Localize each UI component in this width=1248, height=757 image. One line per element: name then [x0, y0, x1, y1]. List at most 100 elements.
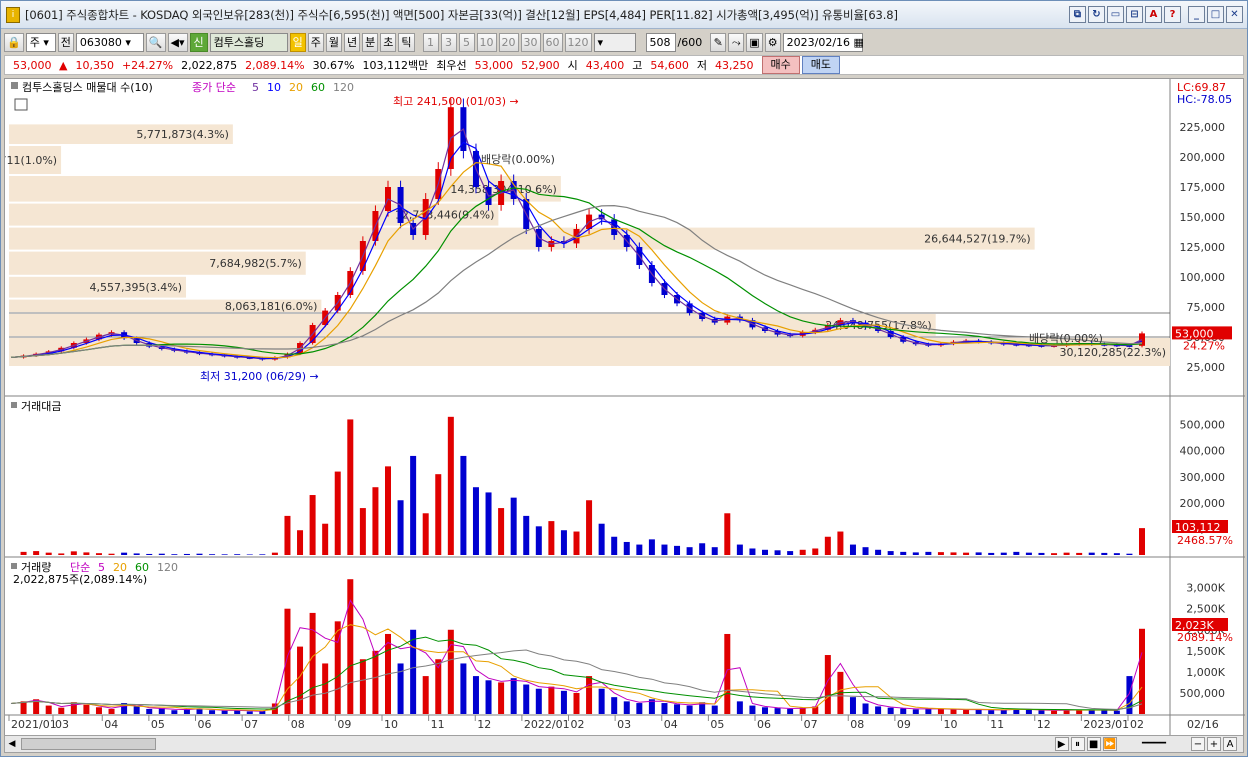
maximize-icon[interactable]: □ [1207, 6, 1224, 23]
amount-bar [912, 552, 919, 555]
amount-bar [397, 500, 404, 555]
fast-forward-icon[interactable]: ⏩ [1102, 737, 1117, 751]
amount-bar [1126, 553, 1133, 555]
chart-area[interactable]: 5,771,873(4.3%)1,347,711(1.0%)14,358,304… [0, 78, 1245, 737]
price-value: 53,000 [13, 58, 52, 72]
high-annotation: 최고 241,500 (01/03) → [393, 95, 519, 108]
amount-bar [498, 508, 505, 555]
x-tick-label: 03 [617, 718, 631, 731]
zoom-in-icon[interactable]: + [1207, 737, 1221, 751]
amount-bar [975, 552, 982, 555]
interval-20[interactable]: 20 [498, 32, 519, 52]
sell-button[interactable]: 매도 [801, 56, 840, 74]
amount-bar [824, 536, 831, 555]
ma-legend-period: 120 [333, 81, 354, 94]
volume-bar [774, 708, 781, 714]
zoom-out-icon[interactable]: − [1191, 737, 1205, 751]
slider-icon[interactable]: ━━━━ [1119, 737, 1189, 751]
type-select[interactable]: 주 ▾ [25, 32, 56, 52]
settings-icon[interactable]: ⚙ [764, 32, 781, 52]
toolbar: 🔒 주 ▾ 전 063080 ▾ 🔍 ◀▾ 신 컴투스홀딩 일 주 월 년 분 … [4, 31, 1244, 53]
amount-bar [523, 515, 530, 555]
period-second[interactable]: 초 [380, 32, 397, 52]
close-icon[interactable]: ✕ [1226, 6, 1243, 23]
amount-bar [1076, 552, 1083, 555]
period-day[interactable]: 일 [289, 32, 306, 52]
volume-bar [573, 692, 580, 714]
amount-bar [586, 500, 593, 555]
x-tick-label: 2023/01 [1083, 718, 1129, 731]
volume-profile-bar [9, 314, 936, 336]
last-change-badge: 24.27% [1183, 339, 1225, 352]
date-input[interactable]: 2023/02/16 ▦ [782, 32, 864, 52]
volume: 2,022,875 [181, 58, 238, 72]
stop-icon[interactable]: ■ [1086, 737, 1101, 751]
pin-icon[interactable]: ✎ [710, 32, 727, 52]
minimize-icon[interactable]: _ [1188, 6, 1205, 23]
period-minute[interactable]: 분 [362, 32, 379, 52]
period-month[interactable]: 월 [325, 32, 343, 52]
interval-input[interactable]: ▾ [593, 32, 636, 52]
x-tick-label: 09 [337, 718, 351, 731]
interval-5[interactable]: 5 [458, 32, 475, 52]
volume-bar [912, 709, 919, 714]
period-week[interactable]: 주 [307, 32, 324, 52]
code-input[interactable]: 063080 ▾ [75, 32, 144, 52]
link-icon[interactable]: ⧉ [1069, 6, 1086, 23]
interval-60[interactable]: 60 [542, 32, 563, 52]
tab-icon[interactable]: ⊟ [1126, 6, 1143, 23]
ma-legend-label: 종가 단순 [192, 81, 236, 94]
amount-title: 거래대금 [21, 400, 61, 413]
change-pct: +24.27% [121, 58, 174, 72]
volume-bar [284, 608, 291, 714]
search-icon[interactable]: 🔍 [145, 32, 166, 52]
amount-bar [460, 455, 467, 555]
volume-bar [686, 705, 693, 714]
period-tick[interactable]: 틱 [398, 32, 415, 52]
y-tick-label: 100,000 [1180, 271, 1226, 284]
dividend-annotation: 배당락(0.00%) [1029, 332, 1103, 345]
play-icon[interactable]: ▶ [1054, 737, 1069, 751]
font-size-icon[interactable]: A [1223, 737, 1237, 751]
amount-bar [485, 492, 492, 555]
interval-30[interactable]: 30 [520, 32, 541, 52]
amount-bar [736, 544, 743, 555]
speaker-icon[interactable]: ◀▾ [167, 32, 188, 52]
chart-svg[interactable]: 5,771,873(4.3%)1,347,711(1.0%)14,358,304… [0, 79, 1245, 737]
legend-square [11, 82, 18, 89]
interval-120[interactable]: 120 [564, 32, 592, 52]
pause-icon[interactable]: ⏸ [1070, 737, 1085, 751]
scroll-thumb[interactable] [21, 738, 156, 750]
ma-legend-period: 10 [267, 81, 281, 94]
volume-profile-label: 5,771,873(4.3%) [136, 128, 229, 141]
x-tick-label: 02 [571, 718, 585, 731]
x-tick-label: 05 [151, 718, 165, 731]
lock-icon[interactable]: 🔒 [4, 32, 24, 52]
amount-bar [1000, 552, 1007, 555]
chart-scrollbar[interactable]: ◀ ▶ ⏸ ■ ⏩ ━━━━ − + A [4, 735, 1244, 753]
amount-bar [724, 513, 731, 555]
amount-bar [385, 466, 391, 555]
period-year[interactable]: 년 [344, 32, 361, 52]
y-tick-label: 175,000 [1180, 181, 1226, 194]
interval-1[interactable]: 1 [422, 32, 439, 52]
amount-bar [686, 547, 693, 555]
y-tick-label: 125,000 [1180, 241, 1226, 254]
amount-bar [95, 553, 102, 555]
count-input[interactable]: 508 [645, 32, 676, 52]
y-tick-label: 200,000 [1180, 151, 1226, 164]
prev-button[interactable]: 전 [57, 32, 74, 52]
volume-bar [372, 650, 379, 714]
interval-3[interactable]: 3 [440, 32, 457, 52]
refresh-icon[interactable]: ↻ [1088, 6, 1105, 23]
save-icon[interactable]: ▣ [746, 32, 763, 52]
help-icon[interactable]: ? [1164, 6, 1181, 23]
amount-bar [447, 416, 454, 555]
y-tick-label: 150,000 [1180, 211, 1226, 224]
scroll-left-icon[interactable]: ◀ [5, 737, 19, 751]
chart-link-icon[interactable]: ⤳ [728, 32, 745, 52]
interval-10[interactable]: 10 [476, 32, 497, 52]
window-icon[interactable]: ▭ [1107, 6, 1124, 23]
buy-button[interactable]: 매수 [761, 56, 800, 74]
font-icon[interactable]: A [1145, 6, 1162, 23]
